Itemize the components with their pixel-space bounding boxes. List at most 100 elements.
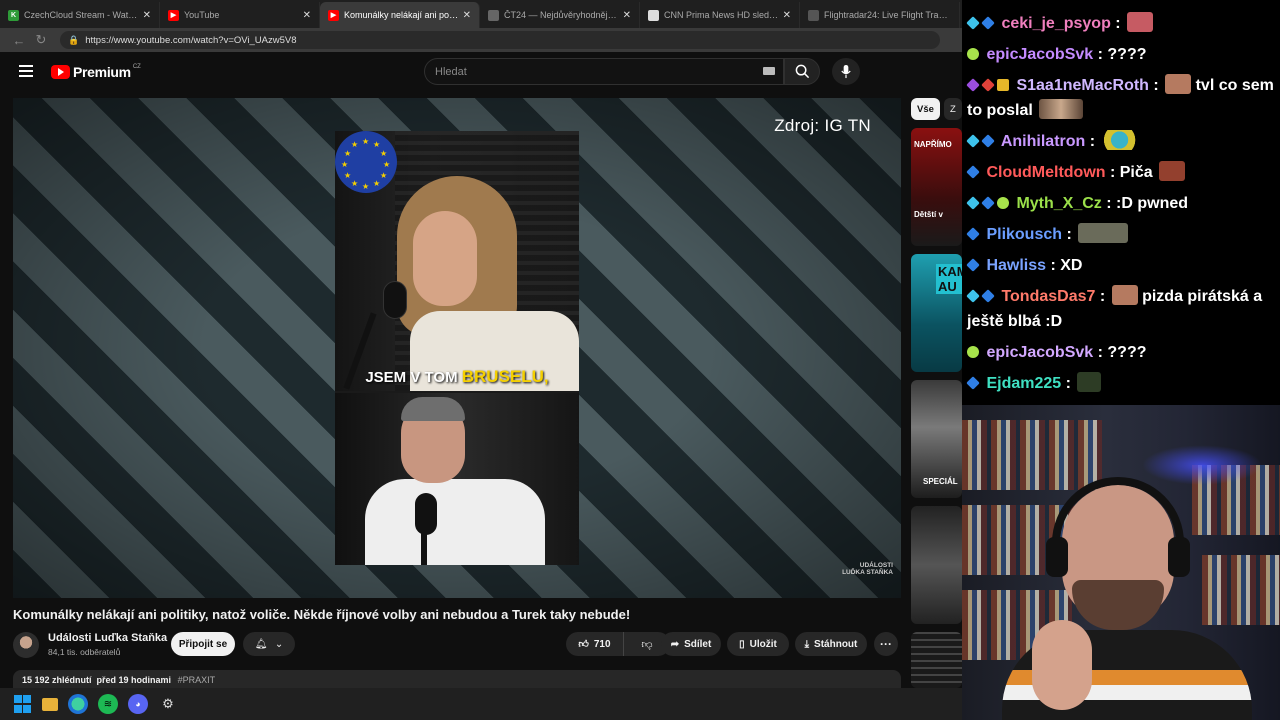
more-actions-button[interactable]: ··· bbox=[874, 632, 898, 656]
spotify-icon[interactable]: ≋ bbox=[98, 694, 118, 714]
chat-username[interactable]: TondasDas7 bbox=[997, 288, 1095, 305]
back-icon[interactable]: ← bbox=[8, 33, 30, 48]
search-placeholder: Hledat bbox=[435, 65, 467, 78]
file-explorer-icon[interactable] bbox=[42, 697, 58, 711]
browser-tab-bar: K CzechCloud Stream - Watch Live ✕ ▶ YouTube… bbox=[0, 0, 962, 28]
search-button[interactable] bbox=[784, 58, 820, 85]
recommended-thumbnail[interactable]: SPECIÁL bbox=[911, 380, 962, 498]
chat-message: Plikousch : bbox=[966, 222, 1277, 247]
channel-avatar[interactable] bbox=[13, 632, 39, 658]
taskbar: ≋ ◕ ⚙ bbox=[0, 688, 962, 720]
save-button[interactable]: ▯ Uložit bbox=[727, 632, 789, 656]
browser-tab[interactable]: Flightradar24: Live Flight Tracker bbox=[800, 2, 960, 28]
chat-badge-icon bbox=[966, 16, 980, 30]
tab-close-icon[interactable]: ✕ bbox=[623, 10, 631, 21]
chat-username[interactable]: Plikousch bbox=[982, 226, 1062, 243]
thumbnail-text: KAM AU bbox=[936, 264, 962, 294]
youtube-logo[interactable]: Premium CZ bbox=[51, 64, 141, 80]
bell-icon: 🔔︎ bbox=[254, 638, 268, 650]
chat-badge-icon bbox=[981, 16, 995, 30]
chat-emote-icon bbox=[1077, 372, 1102, 392]
chip-all[interactable]: Vše bbox=[911, 98, 940, 120]
windows-start-icon[interactable] bbox=[12, 694, 32, 714]
tab-close-icon[interactable]: ✕ bbox=[783, 10, 791, 21]
search-input[interactable]: Hledat bbox=[424, 58, 784, 85]
tab-favicon-icon bbox=[648, 9, 659, 21]
settings-icon[interactable]: ⚙ bbox=[158, 694, 178, 714]
chat-username[interactable]: CloudMeltdown bbox=[982, 164, 1105, 181]
chat-username[interactable]: epicJacobSvk bbox=[982, 46, 1093, 63]
chat-username[interactable]: ceki_je_psyop bbox=[997, 15, 1110, 32]
tab-close-icon[interactable]: ✕ bbox=[303, 10, 311, 21]
video-player[interactable]: ★ ★ ★ ★ ★ ★ ★ ★ ★ ★ ★ ★ JSEM V TOM BRUSELU, Zdroj: … bbox=[13, 98, 901, 598]
thumbnail-text: NAPŘÍMO bbox=[914, 140, 952, 149]
chat-badge-icon bbox=[966, 376, 980, 390]
channel-name[interactable]: Události Luďka Staňka bbox=[48, 632, 167, 644]
channel-row: Události Luďka Staňka 84,1 tis. odběrate… bbox=[13, 630, 903, 660]
address-bar: ← ↻ 🔒 https://www.youtube.com/watch?v=OV… bbox=[0, 28, 962, 52]
chat-username[interactable]: Myth_X_Cz bbox=[1012, 195, 1101, 212]
join-button[interactable]: Připojit se bbox=[171, 632, 235, 656]
chat-username[interactable]: Hawliss bbox=[982, 257, 1046, 274]
chat-text: ???? bbox=[1107, 46, 1147, 63]
browser-tab[interactable]: ČT24 — Nejdůvěryhodnější zprav ✕ bbox=[480, 2, 640, 28]
tab-favicon-icon: ▶ bbox=[168, 9, 179, 21]
like-button[interactable]: 👍︎ 710 bbox=[566, 632, 624, 656]
reload-icon[interactable]: ↻ bbox=[30, 32, 52, 48]
video-frame: ★ ★ ★ ★ ★ ★ ★ ★ ★ ★ ★ ★ JSEM V TOM BRUSELU, bbox=[335, 131, 579, 565]
chat-username[interactable]: Anihilatron bbox=[997, 133, 1085, 150]
browser-tab[interactable]: ▶ YouTube ✕ bbox=[160, 2, 320, 28]
thumbnail-text: Dětští v bbox=[914, 210, 943, 219]
video-stats: 15 192 zhlédnutí před 19 hodinami #PRAXI… bbox=[22, 675, 216, 685]
tab-label: CNN Prima News HD sledujte onl bbox=[664, 10, 779, 20]
recommended-thumbnail[interactable]: KAM AU bbox=[911, 254, 962, 372]
chat-message: ceki_je_psyop : bbox=[966, 11, 1277, 36]
edge-browser-icon[interactable] bbox=[68, 694, 88, 714]
url-text: https://www.youtube.com/watch?v=OVi_UAzw… bbox=[85, 34, 297, 46]
chat-emote-icon bbox=[1159, 161, 1186, 181]
browser-tab[interactable]: K CzechCloud Stream - Watch Live ✕ bbox=[0, 2, 160, 28]
chat-text: Piča bbox=[1119, 164, 1158, 181]
chat-badge-icon bbox=[981, 134, 995, 148]
tab-close-icon[interactable]: ✕ bbox=[143, 10, 151, 21]
tab-label: ČT24 — Nejdůvěryhodnější zprav bbox=[504, 10, 619, 20]
chat-username[interactable]: epicJacobSvk bbox=[982, 344, 1093, 361]
chat-badge-icon bbox=[997, 197, 1009, 209]
tab-label: CzechCloud Stream - Watch Live bbox=[24, 10, 139, 20]
chat-badge-icon bbox=[981, 289, 995, 303]
chat-badge-icon bbox=[966, 289, 980, 303]
download-icon: ⤓ bbox=[804, 638, 810, 650]
share-label: Sdílet bbox=[684, 638, 712, 650]
notifications-button[interactable]: 🔔︎ ⌄ bbox=[243, 632, 295, 656]
description-box[interactable]: 15 192 zhlédnutí před 19 hodinami #PRAXI… bbox=[13, 670, 901, 688]
chat-message: Anihilatron : bbox=[966, 129, 1277, 154]
thumbnail-text: SPECIÁL bbox=[923, 477, 958, 486]
chat-username[interactable]: S1aa1neMacRoth bbox=[1012, 77, 1149, 94]
chat-username[interactable]: Ejdam225 bbox=[982, 375, 1061, 392]
recommended-thumbnail[interactable] bbox=[911, 506, 962, 624]
chat-badge-icon bbox=[966, 227, 980, 241]
share-button[interactable]: ➦ Sdílet bbox=[661, 632, 721, 656]
hashtag[interactable]: #PRAXIT bbox=[178, 675, 216, 685]
tab-favicon-icon: K bbox=[8, 9, 19, 21]
keyboard-icon[interactable] bbox=[763, 67, 775, 75]
screen: K CzechCloud Stream - Watch Live ✕ ▶ YouTube… bbox=[0, 0, 1280, 720]
voice-search-button[interactable] bbox=[832, 58, 860, 85]
download-button[interactable]: ⤓ Stáhnout bbox=[795, 632, 867, 656]
tab-favicon-icon bbox=[808, 9, 819, 21]
menu-icon[interactable] bbox=[19, 65, 33, 77]
chip-second[interactable]: Z bbox=[943, 98, 962, 120]
recommended-thumbnail[interactable]: NAPŘÍMO Dětští v bbox=[911, 128, 962, 246]
url-field[interactable]: 🔒 https://www.youtube.com/watch?v=OVi_UA… bbox=[60, 31, 940, 49]
youtube-play-icon bbox=[51, 65, 70, 79]
recommended-thumbnail[interactable] bbox=[911, 632, 962, 688]
browser-tab[interactable]: CNN Prima News HD sledujte onl ✕ bbox=[640, 2, 800, 28]
browser-tab[interactable]: ▶ Komunálky nelákají ani politik ✕ bbox=[320, 2, 480, 28]
chat-text: XD bbox=[1060, 257, 1083, 274]
chat-badge-icon bbox=[966, 134, 980, 148]
tab-favicon-icon: ▶ bbox=[328, 9, 339, 21]
discord-icon[interactable]: ◕ bbox=[128, 694, 148, 714]
tab-close-icon[interactable]: ✕ bbox=[463, 10, 471, 21]
chat-message: Ejdam225 : bbox=[966, 371, 1277, 396]
like-dislike-group: 👍︎ 710 👎︎ bbox=[566, 632, 670, 656]
